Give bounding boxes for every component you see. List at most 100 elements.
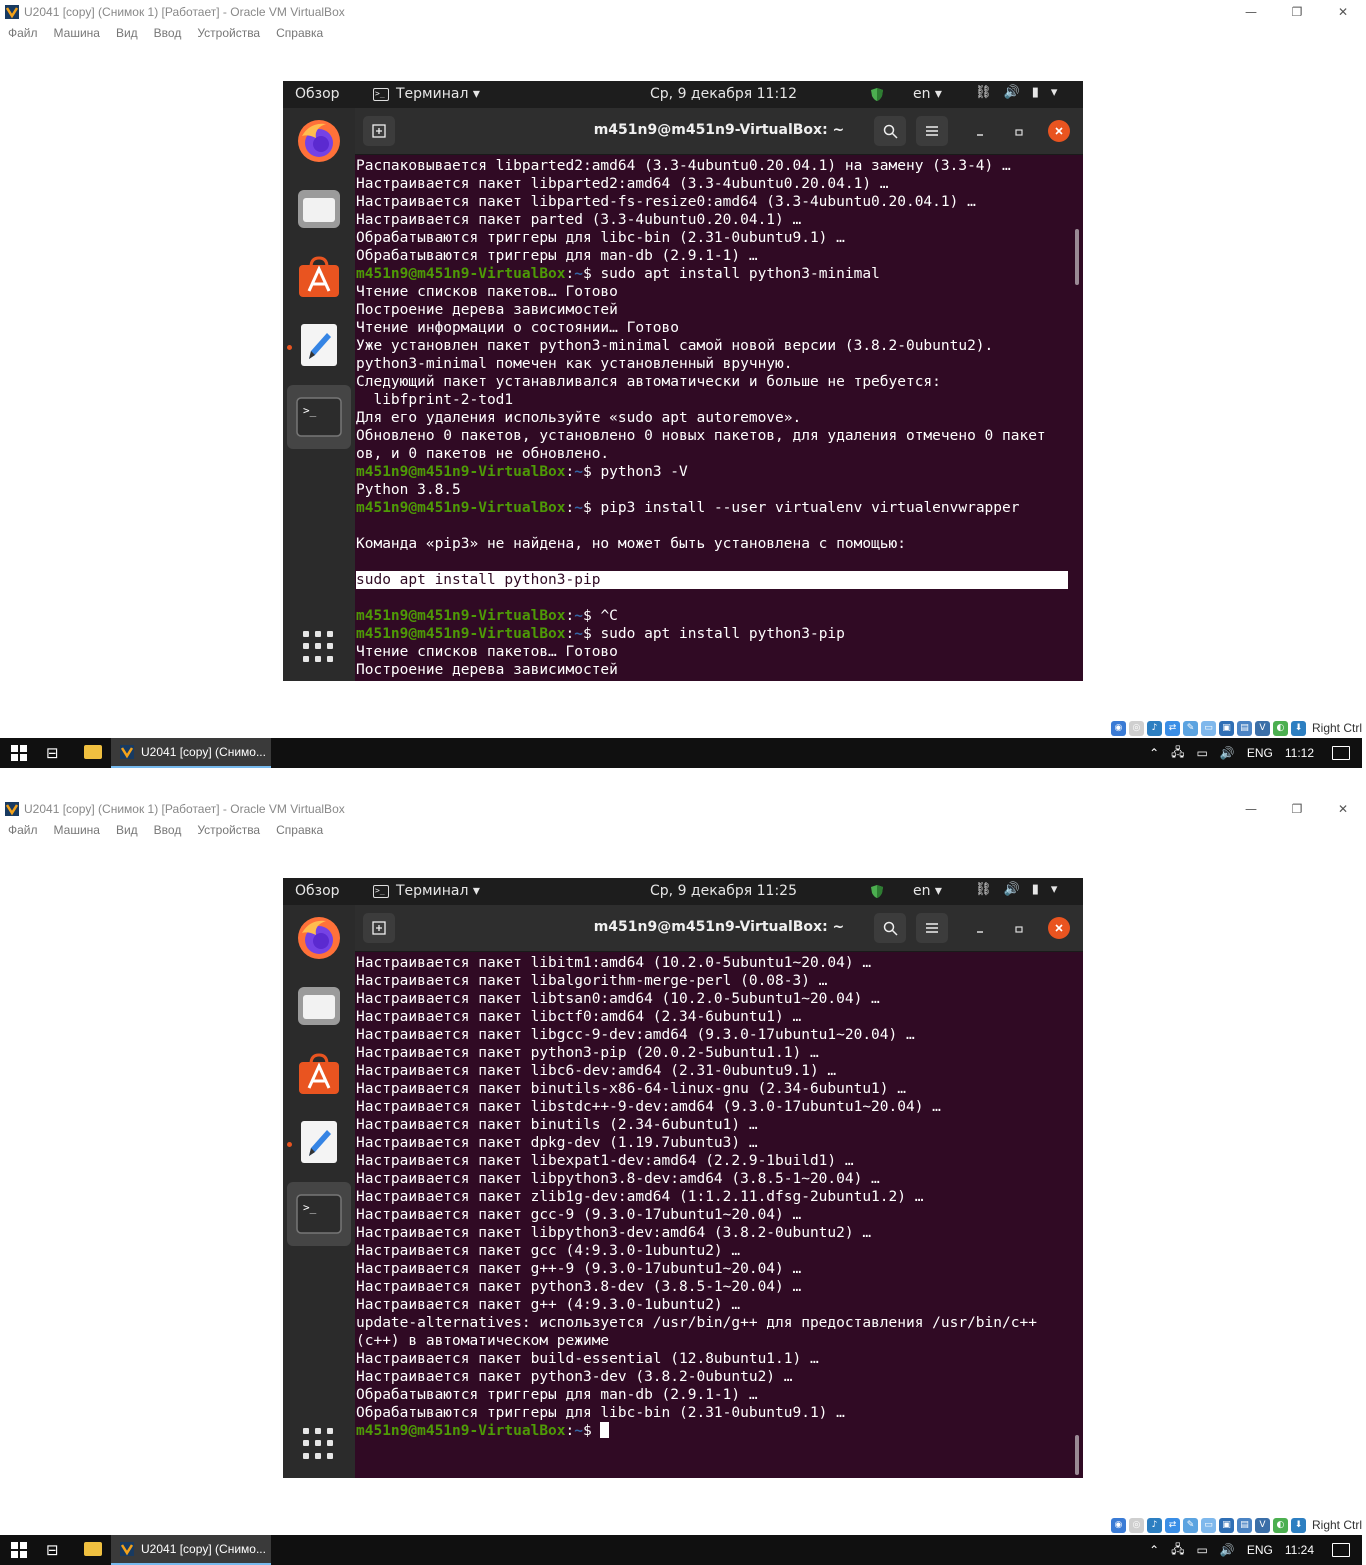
volume-icon[interactable]: 🔊 [1220,1543,1235,1557]
terminal-app-menu[interactable]: >_ Терминал ▾ [373,86,480,102]
keyboard-layout-indicator[interactable]: en ▾ [913,883,942,899]
terminal-output[interactable]: Настраивается пакет libitm1:amd64 (10.2.… [355,953,1083,1478]
search-button[interactable] [874,116,906,146]
virtualization-icon[interactable]: ◐ [1272,720,1288,736]
activities-button[interactable]: Обзор [295,883,340,899]
minimize-button[interactable]: — [1228,797,1274,820]
terminal-header-bar[interactable]: m451n9@m451n9-VirtualBox: ~ [355,108,1083,155]
display-icon[interactable]: ▣ [1218,720,1234,736]
menu-help[interactable]: Справка [276,26,323,40]
taskbar-virtualbox-app[interactable]: U2041 [copy] (Снимо... [111,738,271,768]
display-icon[interactable]: ▣ [1218,1517,1234,1533]
virtualization-icon[interactable]: ◐ [1272,1517,1288,1533]
menu-input[interactable]: Ввод [154,26,182,40]
taskbar-virtualbox-app[interactable]: U2041 [copy] (Снимо... [111,1535,271,1565]
recording-icon[interactable]: ▤ [1236,1517,1252,1533]
audio-icon[interactable]: ♪ [1146,1517,1162,1533]
software-launcher[interactable] [295,1050,343,1098]
terminal-maximize-button[interactable] [1009,122,1029,142]
task-view-icon[interactable]: ⊟ [46,744,59,762]
optical-drive-icon[interactable]: ◎ [1128,1517,1144,1533]
shield-icon[interactable] [870,87,884,102]
network-icon[interactable]: 🖧 [1171,1540,1184,1561]
file-explorer-icon[interactable] [84,745,102,759]
system-tray[interactable]: ⛓ 🔊 ▮ ▾ [975,882,1057,897]
virtualbox-title-bar[interactable]: U2041 [copy] (Снимок 1) [Работает] - Ora… [0,0,1366,23]
gnome-clock[interactable]: Ср, 9 декабря 11:12 [650,86,797,102]
hard-disk-icon[interactable]: ◉ [1110,720,1126,736]
text-editor-launcher[interactable] [295,321,343,369]
files-launcher[interactable] [295,982,343,1030]
chevron-up-icon[interactable]: ⌃ [1149,746,1159,760]
mouse-integration-icon[interactable]: ⬇ [1290,720,1306,736]
network-adapter-icon[interactable]: ⇄ [1164,1517,1180,1533]
menu-view[interactable]: Вид [116,26,138,40]
gnome-clock[interactable]: Ср, 9 декабря 11:25 [650,883,797,899]
files-launcher[interactable] [295,185,343,233]
terminal-app-menu[interactable]: >_ Терминал ▾ [373,883,480,899]
recording-icon[interactable]: ▤ [1236,720,1252,736]
video-capture-icon[interactable]: V [1254,1517,1270,1533]
menu-machine[interactable]: Машина [54,26,100,40]
terminal-launcher[interactable]: >_ [287,385,351,449]
input-language[interactable]: ENG [1247,1543,1273,1557]
close-button[interactable]: ✕ [1320,0,1366,23]
menu-help[interactable]: Справка [276,823,323,837]
terminal-maximize-button[interactable] [1009,919,1029,939]
optical-drive-icon[interactable]: ◎ [1128,720,1144,736]
menu-devices[interactable]: Устройства [197,823,260,837]
chevron-up-icon[interactable]: ⌃ [1149,1543,1159,1557]
video-capture-icon[interactable]: V [1254,720,1270,736]
search-button[interactable] [874,913,906,943]
mouse-integration-icon[interactable]: ⬇ [1290,1517,1306,1533]
battery-icon[interactable]: ▭ [1197,746,1208,760]
shared-folders-icon[interactable]: ▭ [1200,1517,1216,1533]
software-launcher[interactable] [295,253,343,301]
minimize-button[interactable]: — [1228,0,1274,23]
network-icon[interactable]: 🖧 [1171,743,1184,764]
audio-icon[interactable]: ♪ [1146,720,1162,736]
battery-icon[interactable]: ▭ [1197,1543,1208,1557]
terminal-minimize-button[interactable] [970,919,990,939]
close-button[interactable]: ✕ [1320,797,1366,820]
taskbar-clock[interactable]: 11:12 [1285,746,1314,760]
usb-icon[interactable]: ✎ [1182,1517,1198,1533]
menu-input[interactable]: Ввод [154,823,182,837]
menu-file[interactable]: Файл [8,26,38,40]
task-view-icon[interactable]: ⊟ [46,1541,59,1559]
activities-button[interactable]: Обзор [295,86,340,102]
hard-disk-icon[interactable]: ◉ [1110,1517,1126,1533]
hamburger-menu-button[interactable] [916,913,948,943]
menu-file[interactable]: Файл [8,823,38,837]
terminal-launcher[interactable]: >_ [287,1182,351,1246]
text-editor-launcher[interactable] [295,1118,343,1166]
guest-screen[interactable]: Обзор >_ Терминал ▾ Ср, 9 декабря 11:12 … [283,81,1083,681]
terminal-minimize-button[interactable] [970,122,990,142]
guest-screen[interactable]: Обзор >_ Терминал ▾ Ср, 9 декабря 11:25 … [283,878,1083,1478]
terminal-close-button[interactable] [1048,917,1070,939]
terminal-scrollbar[interactable] [1075,229,1079,285]
usb-icon[interactable]: ✎ [1182,720,1198,736]
keyboard-layout-indicator[interactable]: en ▾ [913,86,942,102]
restore-button[interactable]: ❐ [1274,0,1320,23]
firefox-launcher[interactable] [295,914,343,962]
file-explorer-icon[interactable] [84,1542,102,1556]
menu-view[interactable]: Вид [116,823,138,837]
system-tray[interactable]: ⛓ 🔊 ▮ ▾ [975,85,1057,100]
taskbar-clock[interactable]: 11:24 [1285,1543,1314,1557]
input-language[interactable]: ENG [1247,746,1273,760]
menu-machine[interactable]: Машина [54,823,100,837]
terminal-scrollbar[interactable] [1075,1435,1079,1475]
restore-button[interactable]: ❐ [1274,797,1320,820]
show-apps-grid-icon[interactable] [303,1428,335,1460]
shield-icon[interactable] [870,884,884,899]
notification-center-icon[interactable] [1332,746,1350,760]
network-adapter-icon[interactable]: ⇄ [1164,720,1180,736]
notification-center-icon[interactable] [1332,1543,1350,1557]
volume-icon[interactable]: 🔊 [1220,746,1235,760]
terminal-output[interactable]: Распаковывается libparted2:amd64 (3.3-4u… [355,156,1083,681]
shared-folders-icon[interactable]: ▭ [1200,720,1216,736]
hamburger-menu-button[interactable] [916,116,948,146]
menu-devices[interactable]: Устройства [197,26,260,40]
firefox-launcher[interactable] [295,117,343,165]
